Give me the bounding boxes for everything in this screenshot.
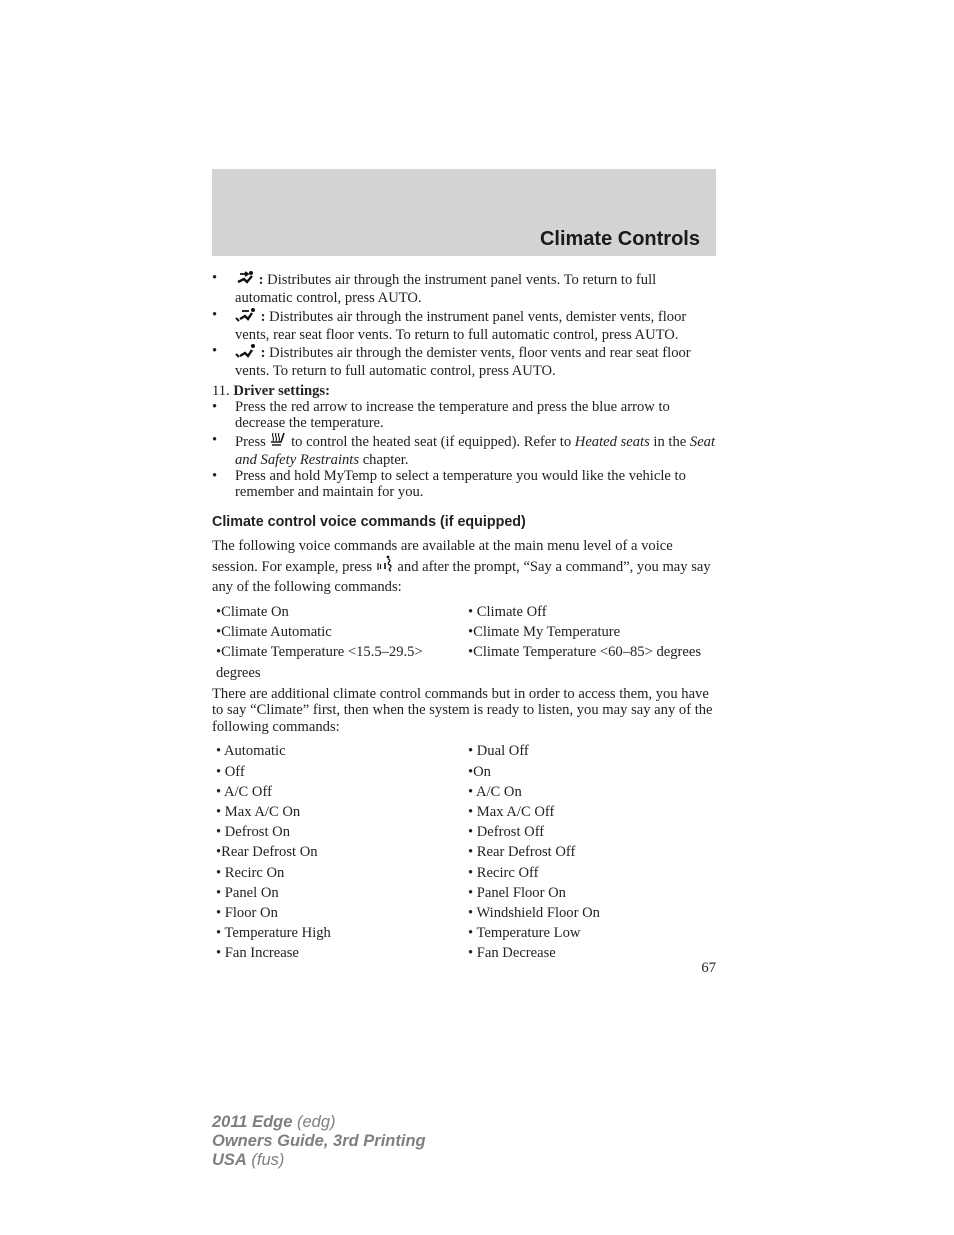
driver-setting-bullet: • Press and hold MyTemp to select a temp… — [212, 468, 686, 500]
voice-intro-paragraph: The following voice commands are availab… — [212, 538, 711, 595]
voice-command-item: • Climate Off — [468, 604, 547, 620]
voice-command-item: •Climate Automatic — [216, 624, 332, 641]
page-content: • : Distributes air through the instrume… — [212, 270, 716, 964]
voice-command-item: • Temperature High — [216, 925, 331, 942]
heated-seat-icon — [269, 432, 287, 452]
bullet-dot: • — [212, 399, 218, 415]
airflow-bullet: • : Distributes air through the instrume… — [212, 306, 687, 343]
bullet-dot: • — [212, 431, 218, 448]
additional-voice-commands-list: • Automatic • Dual Off • Off •On • A/C Off • … — [212, 741, 716, 963]
footer-guide-line: Owners Guide, 3rd Printing — [212, 1132, 426, 1150]
driver-setting-bullet: • Press to control the heated seat (if e… — [212, 431, 716, 468]
voice-command-item: • Recirc Off — [468, 864, 539, 881]
voice-command-item: •On — [468, 763, 491, 780]
voice-command-item: • Panel On — [216, 884, 279, 901]
voice-command-item: • A/C On — [468, 783, 522, 800]
voice-command-item: • Automatic — [216, 743, 286, 760]
bullet-dot: • — [212, 306, 218, 323]
footer-market-line: USA (fus) — [212, 1151, 285, 1169]
voice-command-item: • A/C Off — [216, 783, 272, 800]
driver-setting-bullet: • Press the red arrow to increase the te… — [212, 399, 670, 431]
document-footer: 2011 Edge (edg) Owners Guide, 3rd Printi… — [212, 1113, 426, 1170]
voice-button-icon — [376, 555, 394, 578]
voice-command-item: • Windshield Floor On — [468, 904, 600, 921]
panel-floor-demister-vent-icon — [235, 307, 257, 327]
panel-vent-icon — [235, 270, 255, 290]
voice-command-item: • Floor On — [216, 904, 278, 921]
chapter-title: Climate Controls — [539, 228, 700, 250]
voice-command-item: • Max A/C On — [216, 803, 301, 820]
additional-commands-intro: There are additional climate control com… — [212, 685, 713, 735]
page-number: 67 — [701, 960, 716, 976]
voice-command-item: • Defrost On — [216, 824, 291, 841]
airflow-bullet: • : Distributes air through the demister… — [212, 343, 691, 379]
voice-command-item: •Rear Defrost On — [216, 844, 318, 861]
voice-command-item: •Climate On — [216, 604, 289, 620]
voice-command-item: • Panel Floor On — [468, 884, 566, 901]
demister-floor-vent-icon — [235, 343, 257, 363]
voice-command-item: •Climate Temperature <60–85> degrees — [468, 644, 702, 661]
chapter-header-band: Climate Controls — [212, 169, 716, 256]
voice-command-item: • Defrost Off — [468, 824, 545, 841]
voice-command-item: • Temperature Low — [468, 925, 581, 942]
voice-command-item: • Recirc On — [216, 864, 285, 881]
bullet-dot: • — [212, 343, 218, 359]
main-voice-commands-list: •Climate On • Climate Off •Climate Automat… — [212, 602, 716, 683]
bullet-dot: • — [212, 270, 218, 286]
voice-command-item: • Dual Off — [468, 743, 529, 760]
voice-command-item: •Climate Temperature <15.5–29.5> degrees — [216, 644, 423, 681]
footer-model-line: 2011 Edge (edg) — [212, 1113, 336, 1131]
voice-command-item: • Rear Defrost Off — [468, 844, 576, 861]
section-heading-voice-commands: Climate control voice commands (if equip… — [212, 514, 526, 530]
voice-command-item: •Climate My Temperature — [468, 624, 621, 641]
voice-command-item: • Max A/C Off — [468, 803, 555, 820]
driver-settings-heading: 11. Driver settings: — [212, 383, 330, 399]
airflow-bullet: • : Distributes air through the instrume… — [212, 270, 657, 306]
voice-command-item: • Off — [216, 763, 245, 780]
bullet-dot: • — [212, 468, 218, 484]
